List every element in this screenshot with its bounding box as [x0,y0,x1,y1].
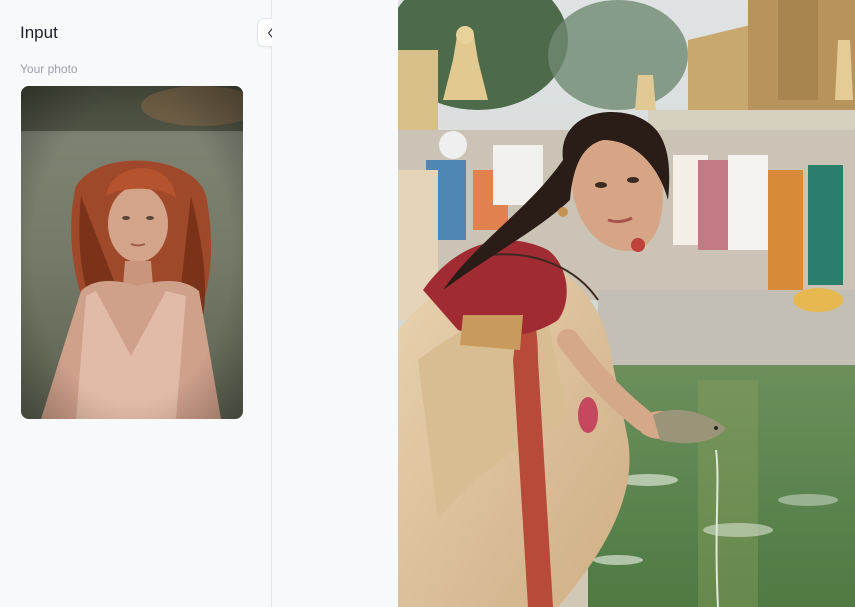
workspace-gap [272,0,398,607]
your-photo-label: Your photo [20,62,78,76]
sidebar-title: Input [20,23,58,42]
input-sidebar: Input Your photo [0,0,287,607]
generated-output-image[interactable] [398,0,855,607]
input-photo[interactable] [21,86,243,419]
